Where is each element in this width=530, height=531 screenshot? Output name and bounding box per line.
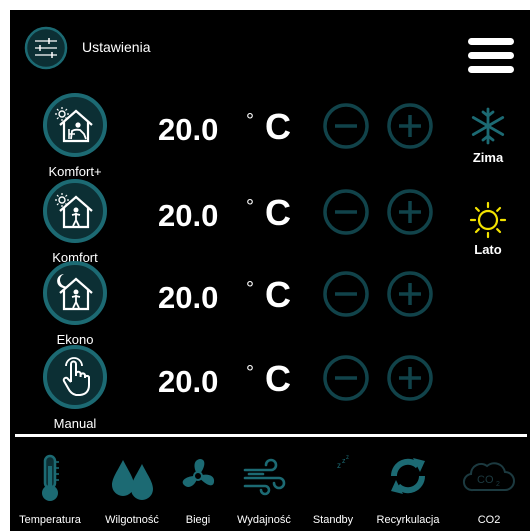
settings-button[interactable] xyxy=(24,26,68,70)
wind-icon xyxy=(243,458,286,496)
recirculation-icon xyxy=(390,458,426,494)
mode-label-manual: Manual xyxy=(53,416,97,431)
mode-label-komfort-plus: Komfort+ xyxy=(48,164,102,179)
minus-icon xyxy=(323,271,369,317)
temperature-value: 20.0 xyxy=(158,198,219,233)
decrease-button[interactable] xyxy=(322,188,370,236)
minus-icon xyxy=(323,103,369,149)
mode-row-manual: Manual 20.0 ° C xyxy=(10,344,450,431)
svg-text:CO: CO xyxy=(477,474,494,486)
svg-text:2: 2 xyxy=(496,481,500,488)
temperature-unit: C xyxy=(265,274,291,315)
degree-symbol: ° xyxy=(246,362,254,384)
eco-house-moon-icon xyxy=(43,261,107,325)
nav-label: Wilgotność xyxy=(105,514,159,526)
plus-icon xyxy=(387,189,433,235)
hvac-panel: Ustawienia Komfort+ 20.0 ° C Komfort 20.… xyxy=(10,10,530,531)
degree-symbol: ° xyxy=(246,196,254,218)
hamburger-icon-bar xyxy=(468,52,514,59)
nav-label: Recyrkulacja xyxy=(376,514,440,526)
temperature-value: 20.0 xyxy=(158,364,219,399)
divider xyxy=(15,434,527,437)
mode-row-ekono: Ekono 20.0 ° C xyxy=(10,260,450,347)
comfort-house-icon xyxy=(43,179,107,243)
sliders-icon xyxy=(24,26,68,70)
nav-label: Temperatura xyxy=(19,514,81,526)
decrease-button[interactable] xyxy=(322,102,370,150)
mode-button-manual[interactable] xyxy=(42,344,108,410)
snowflake-icon xyxy=(471,107,505,145)
increase-button[interactable] xyxy=(386,188,434,236)
svg-text:z: z xyxy=(346,455,349,461)
nav-label: Standby xyxy=(312,514,354,526)
decrease-button[interactable] xyxy=(322,270,370,318)
hamburger-menu-button[interactable] xyxy=(468,38,514,74)
temperature-unit: C xyxy=(265,358,291,399)
mode-row-komfort-plus: Komfort+ 20.0 ° C xyxy=(10,92,450,179)
nav-biegi[interactable]: Biegi xyxy=(172,452,224,531)
temperature-unit: C xyxy=(265,106,291,147)
nav-standby[interactable]: z z z Standby xyxy=(302,452,364,531)
page-title: Ustawienia xyxy=(82,39,151,55)
comfort-plus-house-icon xyxy=(43,93,107,157)
hand-touch-icon xyxy=(43,345,107,409)
sun-icon xyxy=(469,201,507,239)
plus-icon xyxy=(387,103,433,149)
fan-icon xyxy=(182,459,215,487)
plus-icon xyxy=(387,355,433,401)
nav-label: Wydajność xyxy=(237,514,291,526)
increase-button[interactable] xyxy=(386,102,434,150)
mode-button-komfort[interactable] xyxy=(42,178,108,244)
nav-label: Biegi xyxy=(185,514,211,526)
svg-text:z: z xyxy=(337,461,341,470)
nav-temperatura[interactable]: Temperatura xyxy=(12,452,88,531)
mode-button-ekono[interactable] xyxy=(42,260,108,326)
degree-symbol: ° xyxy=(246,110,254,132)
water-drops-icon xyxy=(112,460,153,500)
nav-label: CO2 xyxy=(477,514,501,526)
nav-wydajnosc[interactable]: Wydajność xyxy=(228,452,300,531)
temperature-value: 20.0 xyxy=(158,112,219,147)
plus-icon xyxy=(387,271,433,317)
nav-co2[interactable]: CO 2 CO2 xyxy=(456,452,522,531)
moon-sleep-icon: z z z xyxy=(321,455,349,491)
minus-icon xyxy=(323,189,369,235)
nav-recyrkulacja[interactable]: Recyrkulacja xyxy=(364,452,452,531)
season-button-zima[interactable]: Zima xyxy=(458,106,518,165)
hamburger-icon-bar xyxy=(468,66,514,73)
minus-icon xyxy=(323,355,369,401)
season-button-lato[interactable]: Lato xyxy=(458,200,518,257)
temperature-unit: C xyxy=(265,192,291,233)
hamburger-icon xyxy=(468,38,514,45)
co2-cloud-icon: CO 2 xyxy=(462,462,515,492)
nav-wilgotnosc[interactable]: Wilgotność xyxy=(94,452,170,531)
season-label-zima: Zima xyxy=(472,150,504,165)
thermometer-icon xyxy=(42,454,59,501)
temperature-value: 20.0 xyxy=(158,280,219,315)
season-label-lato: Lato xyxy=(474,242,502,257)
increase-button[interactable] xyxy=(386,354,434,402)
increase-button[interactable] xyxy=(386,270,434,318)
decrease-button[interactable] xyxy=(322,354,370,402)
mode-button-komfort-plus[interactable] xyxy=(42,92,108,158)
mode-row-komfort: Komfort 20.0 ° C xyxy=(10,178,450,265)
degree-symbol: ° xyxy=(246,278,254,300)
